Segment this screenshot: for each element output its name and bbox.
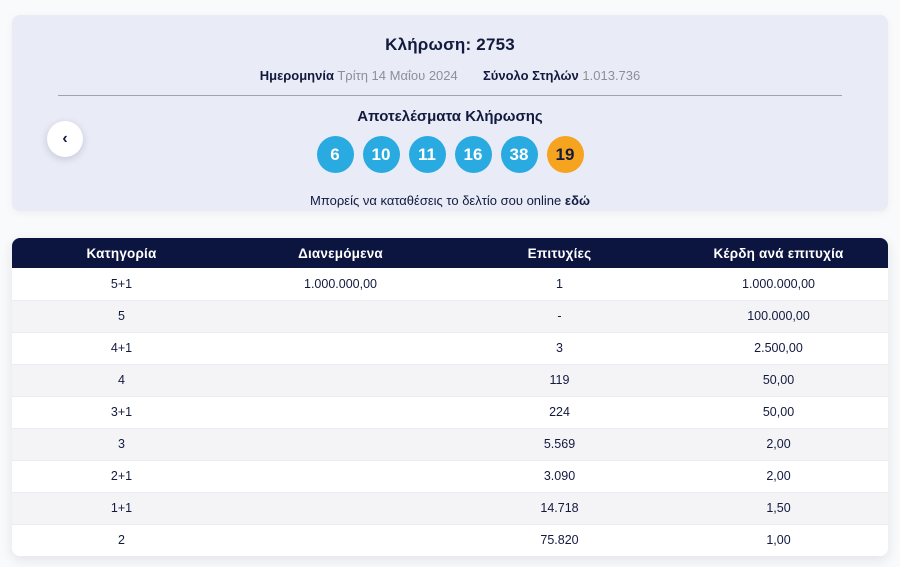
cell-prize: 2,00 <box>669 460 888 492</box>
cell-prize: 100.000,00 <box>669 300 888 332</box>
cell-category: 5+1 <box>12 268 231 300</box>
deposit-line: Μπορείς να καταθέσεις το δελτίο σου onli… <box>12 193 888 208</box>
prize-table-body: 5+11.000.000,0011.000.000,005-100.000,00… <box>12 268 888 556</box>
cell-winners: 3.090 <box>450 460 669 492</box>
cell-winners: 119 <box>450 364 669 396</box>
cell-category: 2+1 <box>12 460 231 492</box>
table-row: 3+1 22450,00 <box>12 396 888 428</box>
prize-table-card: Κατηγορία Διανεμόμενα Επιτυχίες Κέρδη αν… <box>12 238 888 556</box>
draw-title: Κλήρωση: 2753 <box>12 35 888 55</box>
cell-prize: 50,00 <box>669 396 888 428</box>
table-row: 4+1 32.500,00 <box>12 332 888 364</box>
previous-draw-button[interactable]: ‹ <box>47 121 83 157</box>
cell-prize: 2,00 <box>669 428 888 460</box>
column-header-winners: Επιτυχίες <box>450 238 669 268</box>
table-row: 1+1 14.7181,50 <box>12 492 888 524</box>
winning-numbers-row: 61011163819 <box>12 136 888 173</box>
cell-category: 5 <box>12 300 231 332</box>
table-row: 4 11950,00 <box>12 364 888 396</box>
cell-distributed <box>231 460 450 492</box>
table-row: 2 75.8201,00 <box>12 524 888 556</box>
cell-category: 3 <box>12 428 231 460</box>
draw-meta-row: Ημερομηνία Τρίτη 14 Μαΐου 2024 Σύνολο Στ… <box>12 68 888 83</box>
cell-category: 1+1 <box>12 492 231 524</box>
cell-prize: 2.500,00 <box>669 332 888 364</box>
cell-category: 4 <box>12 364 231 396</box>
table-row: 5+11.000.000,0011.000.000,00 <box>12 268 888 300</box>
winning-number-ball: 10 <box>363 136 400 173</box>
cell-winners: - <box>450 300 669 332</box>
winning-number-ball: 38 <box>501 136 538 173</box>
header-divider <box>58 95 842 96</box>
winning-number-ball: 16 <box>455 136 492 173</box>
date-value: Τρίτη 14 Μαΐου 2024 <box>337 68 457 83</box>
table-row: 3 5.5692,00 <box>12 428 888 460</box>
cell-distributed: 1.000.000,00 <box>231 268 450 300</box>
cell-distributed <box>231 332 450 364</box>
cell-category: 2 <box>12 524 231 556</box>
prize-table: Κατηγορία Διανεμόμενα Επιτυχίες Κέρδη αν… <box>12 238 888 556</box>
bonus-number-ball: 19 <box>547 136 584 173</box>
column-header-prize-per-winner: Κέρδη ανά επιτυχία <box>669 238 888 268</box>
date-label: Ημερομηνία <box>260 68 334 83</box>
cell-winners: 75.820 <box>450 524 669 556</box>
cell-distributed <box>231 396 450 428</box>
cell-winners: 14.718 <box>450 492 669 524</box>
winning-number-ball: 11 <box>409 136 446 173</box>
cell-winners: 3 <box>450 332 669 364</box>
deposit-text: Μπορείς να καταθέσεις το δελτίο σου onli… <box>310 193 561 208</box>
total-columns-value: 1.013.736 <box>582 68 640 83</box>
table-row: 5 -100.000,00 <box>12 300 888 332</box>
cell-category: 4+1 <box>12 332 231 364</box>
results-title: Αποτελέσματα Κλήρωσης <box>12 108 888 125</box>
cell-distributed <box>231 428 450 460</box>
column-header-distributed: Διανεμόμενα <box>231 238 450 268</box>
cell-winners: 5.569 <box>450 428 669 460</box>
cell-distributed <box>231 364 450 396</box>
prize-table-header: Κατηγορία Διανεμόμενα Επιτυχίες Κέρδη αν… <box>12 238 888 268</box>
cell-prize: 50,00 <box>669 364 888 396</box>
cell-winners: 1 <box>450 268 669 300</box>
draw-results-panel: Κλήρωση: 2753 Ημερομηνία Τρίτη 14 Μαΐου … <box>12 15 888 211</box>
chevron-left-icon: ‹ <box>62 130 67 148</box>
cell-prize: 1,50 <box>669 492 888 524</box>
table-row: 2+1 3.0902,00 <box>12 460 888 492</box>
column-header-category: Κατηγορία <box>12 238 231 268</box>
cell-distributed <box>231 492 450 524</box>
cell-prize: 1,00 <box>669 524 888 556</box>
deposit-here-link[interactable]: εδώ <box>565 193 590 208</box>
lottery-results-page: Κλήρωση: 2753 Ημερομηνία Τρίτη 14 Μαΐου … <box>0 0 900 567</box>
total-columns-label: Σύνολο Στηλών <box>483 68 579 83</box>
cell-distributed <box>231 524 450 556</box>
cell-winners: 224 <box>450 396 669 428</box>
cell-distributed <box>231 300 450 332</box>
cell-prize: 1.000.000,00 <box>669 268 888 300</box>
cell-category: 3+1 <box>12 396 231 428</box>
winning-number-ball: 6 <box>317 136 354 173</box>
